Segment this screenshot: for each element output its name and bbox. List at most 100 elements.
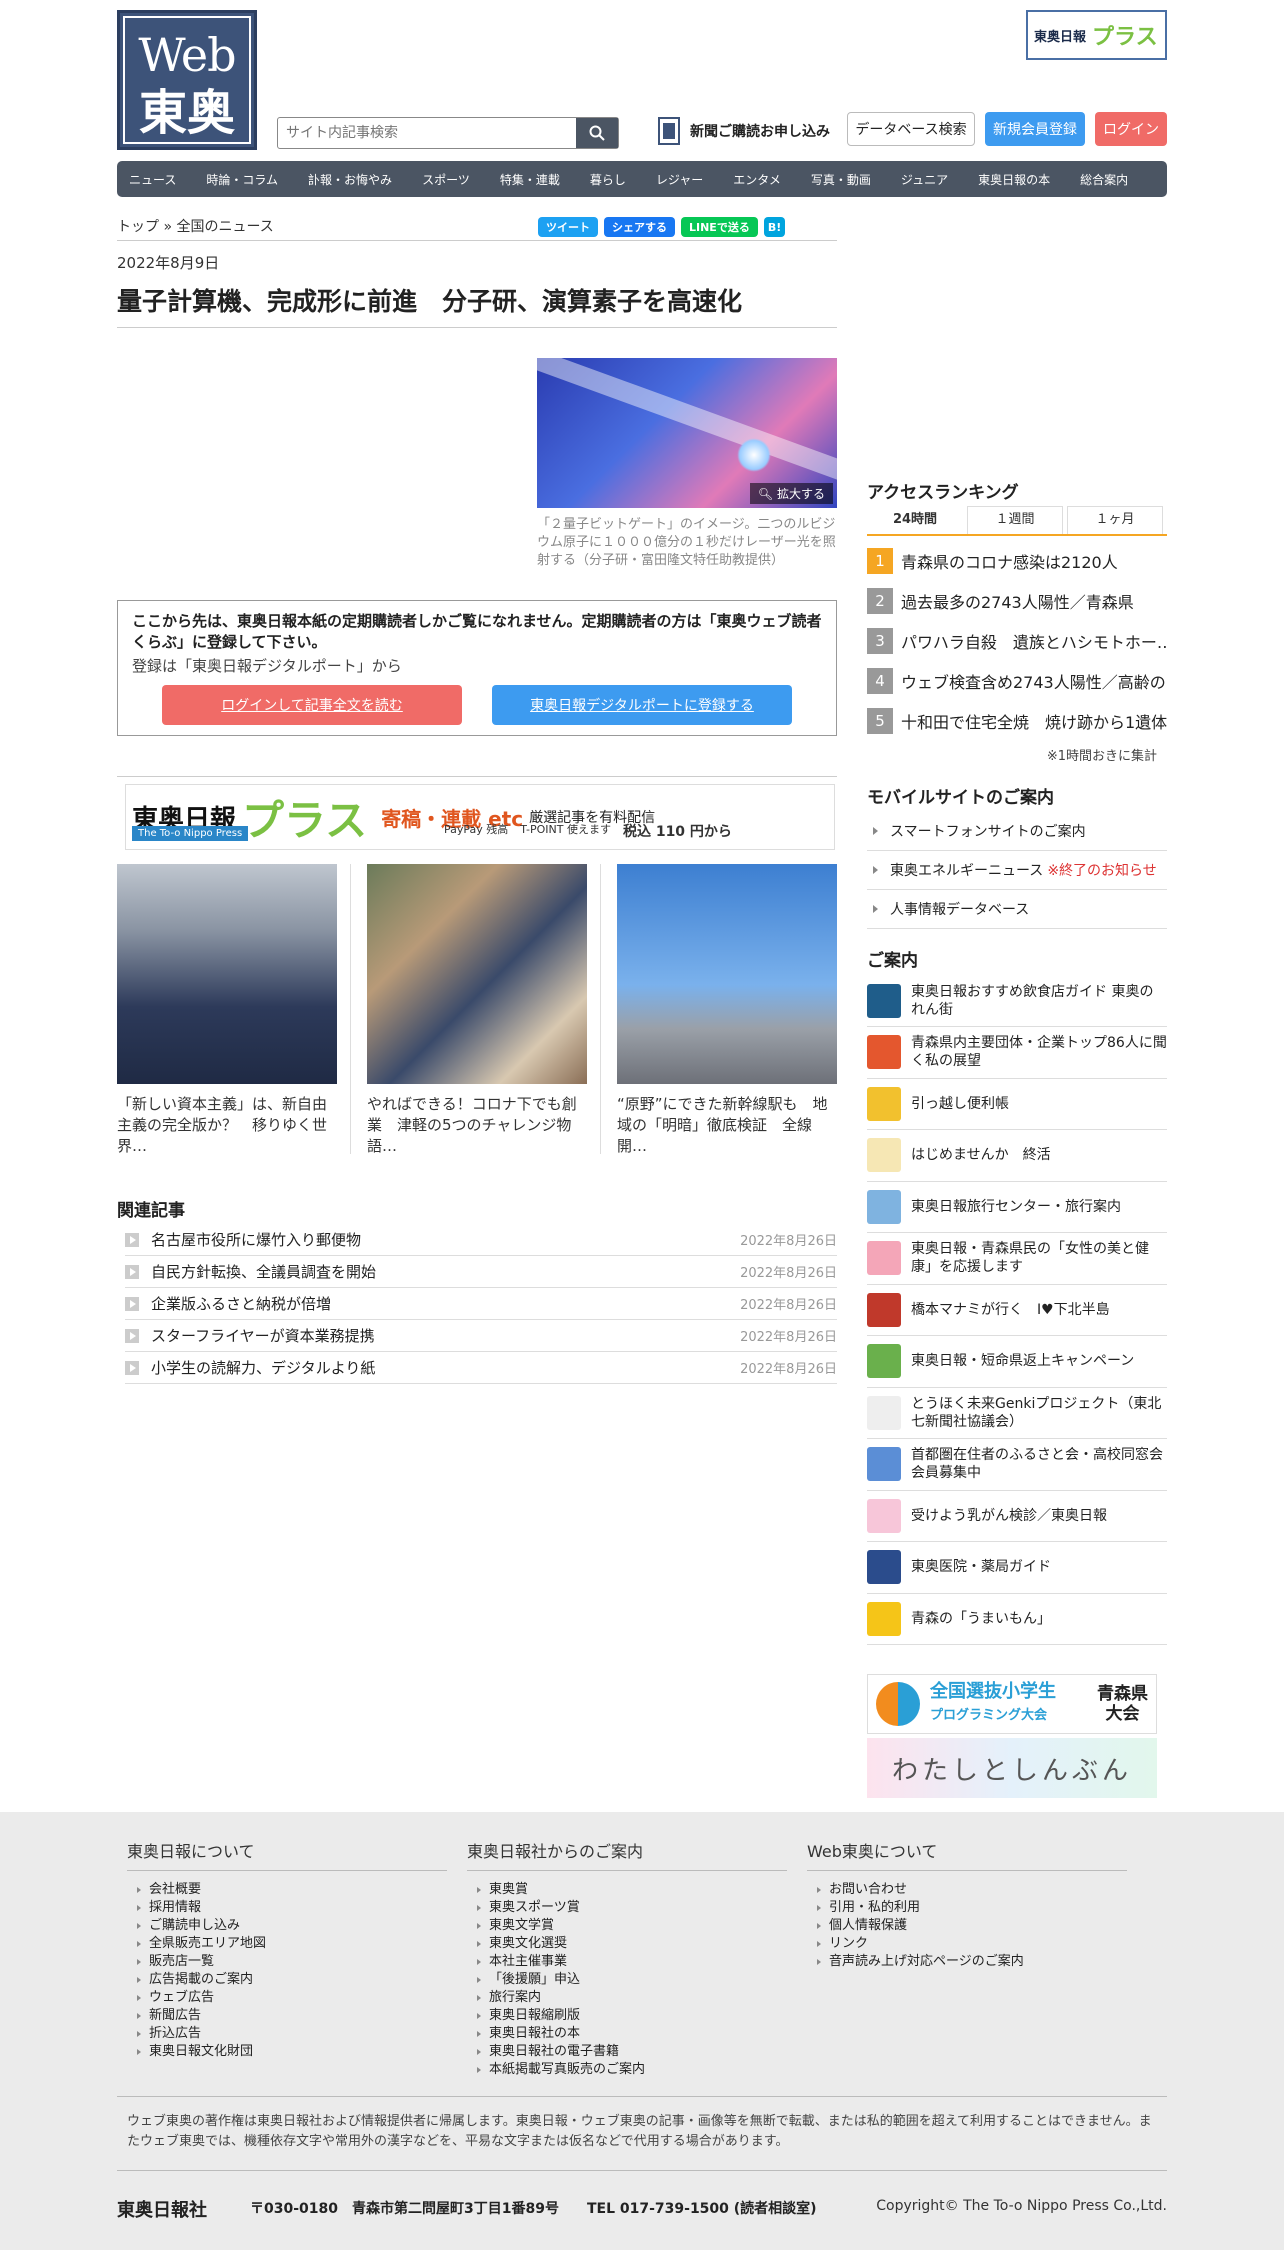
toonippo-plus-logo[interactable]: 東奥日報 プラス <box>1026 10 1167 60</box>
article-photo[interactable]: 🔍︎ 拡大する <box>537 358 837 508</box>
guide-item[interactable]: 首都圏在住者のふるさと会・高校同窓会 会員募集中 <box>867 1439 1177 1491</box>
ranking-item[interactable]: 5 十和田で住宅全焼 焼け跡から1遺体 <box>867 702 1167 740</box>
footer-link[interactable]: 東奥スポーツ賞 <box>477 1899 787 1917</box>
ranking-tabs: 24時間 １週間 １ヶ月 <box>867 506 1167 536</box>
guide-item[interactable]: 引っ越し便利帳 <box>867 1078 1167 1130</box>
search-input[interactable] <box>278 118 578 148</box>
mobile-link[interactable]: 東奥エネルギーニュース ※終了のお知らせ <box>867 851 1167 890</box>
facebook-share-button[interactable]: シェアする <box>604 217 675 237</box>
toonippo-plus-banner[interactable]: 東奥日報 プラス 寄稿・連載 etc 厳選記事を有料配信 The To-o Ni… <box>125 784 835 850</box>
nav-item[interactable]: エンタメ <box>733 171 781 188</box>
tweet-button[interactable]: ツイート <box>538 217 598 237</box>
nav-item[interactable]: 暮らし <box>590 171 626 188</box>
footer-link[interactable]: 東奥日報社の本 <box>477 2025 787 2043</box>
register-button[interactable]: 新規会員登録 <box>985 112 1085 146</box>
related-item[interactable]: 自民方針転換、全議員調査を開始 2022年8月26日 <box>125 1256 837 1288</box>
tab-24h[interactable]: 24時間 <box>867 506 963 534</box>
related-item[interactable]: スターフライヤーが資本業務提携 2022年8月26日 <box>125 1320 837 1352</box>
nav-item[interactable]: スポーツ <box>422 171 470 188</box>
breadcrumb-top[interactable]: トップ <box>117 219 159 235</box>
login-read-button[interactable]: ログインして記事全文を読む <box>162 685 462 725</box>
tab-month[interactable]: １ヶ月 <box>1067 506 1163 534</box>
footer-link[interactable]: 東奥日報文化財団 <box>137 2043 447 2061</box>
guide-item[interactable]: 東奥日報おすすめ飲食店ガイド 東奥のれん街 <box>867 975 1167 1027</box>
site-logo[interactable]: Web 東奥 <box>117 10 257 150</box>
footer-link[interactable]: 音声読み上げ対応ページのご案内 <box>817 1953 1127 1971</box>
nav-item[interactable]: 東奥日報の本 <box>978 171 1050 188</box>
related-item[interactable]: 小学生の読解力、デジタルより紙 2022年8月26日 <box>125 1352 837 1384</box>
footer-link[interactable]: ウェブ広告 <box>137 1989 447 2007</box>
database-search-button[interactable]: データベース検索 <box>847 112 975 146</box>
mobile-link[interactable]: 人事情報データベース <box>867 890 1167 929</box>
related-title: 小学生の読解力、デジタルより紙 <box>151 1359 376 1377</box>
feature-card[interactable]: やればできる！コロナ下でも創業 津軽の5つのチャレンジ物語… <box>367 864 587 1157</box>
divider <box>600 864 601 1154</box>
programming-contest-banner[interactable]: 全国選抜小学生 プログラミング大会 青森県 大会 <box>867 1674 1157 1734</box>
footer-link[interactable]: 会社概要 <box>137 1881 447 1899</box>
watashi-to-shinbun-banner[interactable]: わたしとしんぶん <box>867 1738 1157 1798</box>
search-button[interactable] <box>576 118 618 148</box>
digital-port-register-button[interactable]: 東奥日報デジタルポートに登録する <box>492 685 792 725</box>
login-button[interactable]: ログイン <box>1095 112 1167 146</box>
rank-title: 過去最多の2743人陽性／青森県 <box>901 593 1134 612</box>
nav-item[interactable]: ニュース <box>129 171 176 188</box>
guide-item-icon <box>867 1344 901 1378</box>
guide-item[interactable]: 青森県内主要団体・企業トップ86人に聞く私の展望 <box>867 1027 1167 1079</box>
footer-link[interactable]: 引用・私的利用 <box>817 1899 1127 1917</box>
ranking-item[interactable]: 3 パワハラ自殺 遺族とハシモトホー… <box>867 622 1167 660</box>
guide-item[interactable]: 東奥日報・青森県民の「女性の美と健康」を応援します <box>867 1233 1167 1285</box>
feature-card[interactable]: “原野”にできた新幹線駅も 地域の「明暗」徹底検証 全線開… <box>617 864 837 1157</box>
nav-item[interactable]: 総合案内 <box>1080 171 1128 188</box>
nav-item[interactable]: レジャー <box>656 171 703 188</box>
nav-item[interactable]: 写真・動画 <box>811 171 871 188</box>
footer-link[interactable]: 個人情報保護 <box>817 1917 1127 1935</box>
footer-link[interactable]: 採用情報 <box>137 1899 447 1917</box>
footer-link[interactable]: 折込広告 <box>137 2025 447 2043</box>
hatena-bookmark-button[interactable]: B! <box>763 217 786 237</box>
footer-link[interactable]: お問い合わせ <box>817 1881 1127 1899</box>
related-item[interactable]: 企業版ふるさと納税が倍増 2022年8月26日 <box>125 1288 837 1320</box>
zoom-button[interactable]: 🔍︎ 拡大する <box>749 483 833 504</box>
guide-item[interactable]: 東奥日報旅行センター・旅行案内 <box>867 1181 1167 1233</box>
footer-link[interactable]: 東奥文学賞 <box>477 1917 787 1935</box>
nav-item[interactable]: 訃報・お悔やみ <box>308 171 392 188</box>
footer-link[interactable]: 本社主催事業 <box>477 1953 787 1971</box>
footer-link[interactable]: リンク <box>817 1935 1127 1953</box>
footer-link[interactable]: 新聞広告 <box>137 2007 447 2025</box>
footer-link[interactable]: ご購読申し込み <box>137 1917 447 1935</box>
footer-link[interactable]: 東奥賞 <box>477 1881 787 1899</box>
subscribe-link[interactable]: 新聞ご購読お申し込み <box>658 117 830 145</box>
related-item[interactable]: 名古屋市役所に爆竹入り郵便物 2022年8月26日 <box>125 1224 837 1256</box>
footer-link[interactable]: 東奥日報社の電子書籍 <box>477 2043 787 2061</box>
ranking-item[interactable]: 1 青森県のコロナ感染は2120人 <box>867 542 1167 580</box>
breadcrumb-current[interactable]: 全国のニュース <box>176 219 273 235</box>
nav-item[interactable]: ジュニア <box>901 171 948 188</box>
tab-week[interactable]: １週間 <box>967 506 1063 534</box>
mobile-link[interactable]: スマートフォンサイトのご案内 <box>867 812 1167 851</box>
footer-link[interactable]: 広告掲載のご案内 <box>137 1971 447 1989</box>
company-name: 東奥日報社 <box>117 2200 207 2221</box>
footer-link[interactable]: 全県販売エリア地図 <box>137 1935 447 1953</box>
footer-link[interactable]: 本紙掲載写真販売のご案内 <box>477 2061 787 2079</box>
guide-item[interactable]: 東奥日報・短命県返上キャンペーン <box>867 1336 1167 1388</box>
footer-link[interactable]: 「後援願」申込 <box>477 1971 787 1989</box>
guide-item[interactable]: 青森の「うまいもん」 <box>867 1593 1167 1645</box>
ranking-item[interactable]: 4 ウェブ検査含め2743人陽性／高齢の… <box>867 662 1167 700</box>
footer-link[interactable]: 東奥日報縮刷版 <box>477 2007 787 2025</box>
footer-link[interactable]: 東奥文化選奨 <box>477 1935 787 1953</box>
company-address: 〒030-0180 青森市第二問屋町3丁目1番89号 TEL 017-739-1… <box>250 2201 817 2217</box>
guide-item[interactable]: とうほく未来Genkiプロジェクト（東北七新聞社協議会） <box>867 1387 1167 1439</box>
footer-link[interactable]: 旅行案内 <box>477 1989 787 2007</box>
footer-link[interactable]: 販売店一覧 <box>137 1953 447 1971</box>
banner-plus: プラス <box>242 795 368 845</box>
guide-item[interactable]: はじめませんか 終活 <box>867 1130 1167 1182</box>
guide-item[interactable]: 受けよう乳がん検診／東奥日報 <box>867 1490 1167 1542</box>
nav-item[interactable]: 時論・コラム <box>206 171 278 188</box>
guide-item[interactable]: 橋本マナミが行く I♥下北半島 <box>867 1284 1167 1336</box>
ranking-item[interactable]: 2 過去最多の2743人陽性／青森県 <box>867 582 1167 620</box>
line-share-button[interactable]: LINEで送る <box>681 217 758 237</box>
feature-card[interactable]: 「新しい資本主義」は、新自由主義の完全版か？ 移りゆく世界… <box>117 864 337 1157</box>
nav-item[interactable]: 特集・連載 <box>500 171 560 188</box>
guide-item[interactable]: 東奥医院・薬局ガイド <box>867 1542 1167 1594</box>
rank-number: 1 <box>867 548 893 574</box>
